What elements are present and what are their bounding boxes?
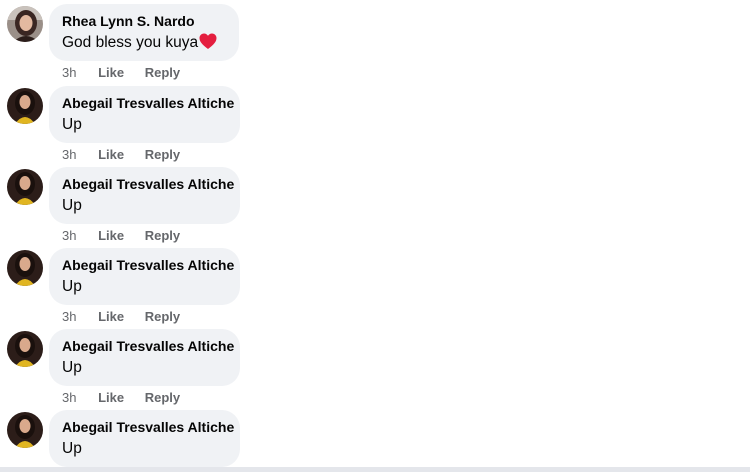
like-button[interactable]: Like [98,65,124,80]
comment-actions: 3h Like Reply [62,147,197,163]
comment-bubble: Abegail Tresvalles Altiche Up [49,329,240,386]
comment-author[interactable]: Abegail Tresvalles Altiche [62,94,234,112]
user-avatar[interactable] [7,88,43,124]
comment-text: Up [62,116,82,133]
avatar-photo [7,88,43,124]
comment-author[interactable]: Abegail Tresvalles Altiche [62,418,234,436]
comment-author[interactable]: Abegail Tresvalles Altiche [62,256,234,274]
avatar-photo [7,6,43,42]
comment-actions: 3h Like Reply [62,309,197,325]
comment-text: Up [62,440,82,457]
comment-timestamp[interactable]: 3h [62,228,76,243]
avatar-photo [7,331,43,367]
user-avatar[interactable] [7,412,43,448]
comment-text: Up [62,278,82,295]
comment-item: Abegail Tresvalles Altiche Up 3h Like Re… [0,86,750,168]
comment-actions: 3h Like Reply [62,65,197,81]
comment-text: Up [62,359,82,376]
comment-actions: 3h Like Reply [62,390,197,406]
comment-item: Rhea Lynn S. Nardo God bless you kuya 3h… [0,4,750,86]
scroll-edge-divider [0,467,750,472]
comment-bubble: Abegail Tresvalles Altiche Up [49,86,240,143]
reply-button[interactable]: Reply [145,65,180,80]
comment-author[interactable]: Abegail Tresvalles Altiche [62,175,234,193]
comment-bubble: Rhea Lynn S. Nardo God bless you kuya [49,4,239,61]
comment-text: Up [62,197,82,214]
like-button[interactable]: Like [98,147,124,162]
user-avatar[interactable] [7,331,43,367]
user-avatar[interactable] [7,6,43,42]
heart-icon [199,33,217,57]
comment-actions: 3h Like Reply [62,228,197,244]
reply-button[interactable]: Reply [145,390,180,405]
comment-timestamp[interactable]: 3h [62,65,76,80]
like-button[interactable]: Like [98,309,124,324]
comment-author[interactable]: Abegail Tresvalles Altiche [62,337,234,355]
avatar-photo [7,169,43,205]
comment-item: Abegail Tresvalles Altiche Up [0,410,750,472]
avatar-photo [7,250,43,286]
like-button[interactable]: Like [98,228,124,243]
reply-button[interactable]: Reply [145,228,180,243]
comment-item: Abegail Tresvalles Altiche Up 3h Like Re… [0,329,750,411]
comment-timestamp[interactable]: 3h [62,390,76,405]
avatar-photo [7,412,43,448]
comment-text: God bless you kuya [62,32,227,57]
comment-thread: Rhea Lynn S. Nardo God bless you kuya 3h… [0,0,750,472]
user-avatar[interactable] [7,169,43,205]
comment-text-content: God bless you kuya [62,34,199,51]
comment-bubble: Abegail Tresvalles Altiche Up [49,248,240,305]
comment-author[interactable]: Rhea Lynn S. Nardo [62,12,227,30]
comment-item: Abegail Tresvalles Altiche Up 3h Like Re… [0,167,750,249]
user-avatar[interactable] [7,250,43,286]
comment-bubble: Abegail Tresvalles Altiche Up [49,167,240,224]
reply-button[interactable]: Reply [145,309,180,324]
comment-item: Abegail Tresvalles Altiche Up 3h Like Re… [0,248,750,330]
reply-button[interactable]: Reply [145,147,180,162]
like-button[interactable]: Like [98,390,124,405]
comment-bubble: Abegail Tresvalles Altiche Up [49,410,240,467]
comment-timestamp[interactable]: 3h [62,147,76,162]
comment-timestamp[interactable]: 3h [62,309,76,324]
